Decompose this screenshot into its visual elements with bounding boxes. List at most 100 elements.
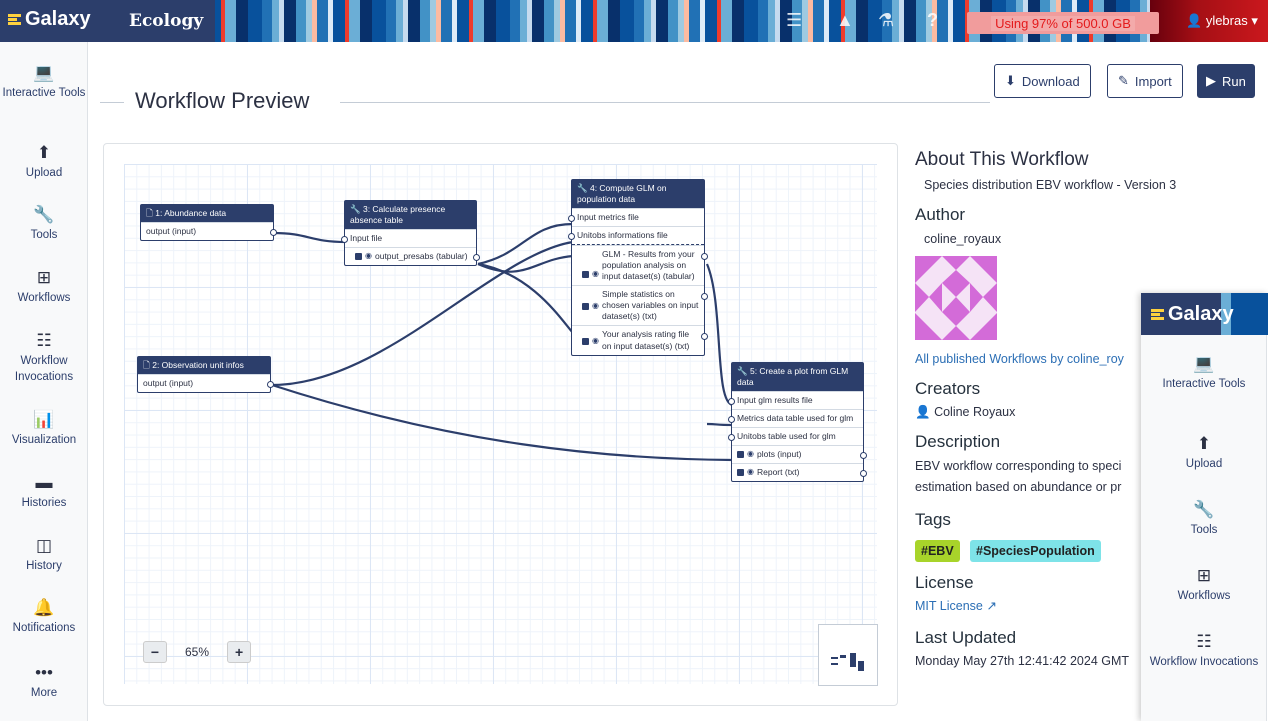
nav-upload[interactable]: ⬆ Upload xyxy=(0,142,88,182)
node-output[interactable]: ◉ output_presabs (tabular) xyxy=(345,247,480,265)
node-output[interactable]: output (input) xyxy=(141,222,277,240)
nav-histories[interactable]: ▬ Histories xyxy=(0,472,88,512)
eye-icon[interactable]: ◉ xyxy=(747,449,754,459)
node-input[interactable]: Input glm results file xyxy=(728,391,863,409)
node-header: 🔧 5: Create a plot from GLM data xyxy=(732,363,863,392)
node-output[interactable]: ◉ Simple statistics on chosen variables o… xyxy=(572,285,708,325)
eye-icon[interactable]: ◉ xyxy=(747,467,754,477)
nav-label: Interactive Tools xyxy=(1162,378,1246,390)
nav-interactive-tools[interactable]: 💻 Interactive Tools xyxy=(0,62,88,102)
checkbox-icon[interactable] xyxy=(737,469,744,477)
input-port[interactable] xyxy=(568,232,575,240)
run-button[interactable]: ▶ Run xyxy=(1197,64,1255,98)
nav-workflow-invocations[interactable]: ☷ Workflow Invocations xyxy=(0,330,88,385)
node-input[interactable]: Unitobs table used for glm xyxy=(728,427,863,445)
download-button[interactable]: ⬇ Download xyxy=(994,64,1091,98)
laptop-icon: 💻 xyxy=(1193,354,1215,373)
brand-text: Galaxy xyxy=(25,8,91,30)
eye-icon[interactable]: ◉ xyxy=(592,301,599,311)
updated-heading: Last Updated xyxy=(915,628,1017,647)
overlay-nav-tools[interactable]: 🔧 Tools xyxy=(1141,499,1267,539)
creator-item: 👤 Coline Royaux xyxy=(915,405,1015,420)
output-label: Report (txt) xyxy=(756,467,800,478)
overlay-nav-workflows[interactable]: ⊞ Workflows xyxy=(1141,565,1267,605)
input-port[interactable] xyxy=(341,235,348,243)
node-output[interactable]: ◉ Report (txt) xyxy=(732,463,867,481)
nav-label: History xyxy=(26,560,62,572)
input-port[interactable] xyxy=(728,415,735,423)
labs-icon[interactable]: ⚗ xyxy=(878,10,894,31)
eye-icon[interactable]: ◉ xyxy=(592,269,599,279)
galaxy-logo[interactable]: Galaxy xyxy=(8,8,91,31)
author-heading: Author xyxy=(915,205,966,224)
sitemap-icon: ⊞ xyxy=(1196,566,1212,585)
zoom-out-button[interactable]: − xyxy=(143,641,167,663)
subdomain-brand[interactable]: Ecology xyxy=(129,11,203,31)
output-port[interactable] xyxy=(860,469,867,477)
galaxy-logo-icon xyxy=(1151,309,1164,320)
quota-text: Using 97% of 500.0 GB xyxy=(991,15,1135,31)
run-label: Run xyxy=(1222,73,1246,89)
file-icon: 🗋 xyxy=(146,208,153,218)
nav-notifications[interactable]: 🔔 Notifications xyxy=(0,597,88,637)
eye-icon[interactable]: ◉ xyxy=(365,251,372,261)
checkbox-icon[interactable] xyxy=(355,253,362,261)
tag-speciespopulation[interactable]: #SpeciesPopulation xyxy=(970,540,1101,562)
nav-visualization[interactable]: 📊 Visualization xyxy=(0,409,88,449)
page-title: Workflow Preview xyxy=(135,88,310,113)
published-workflows-link[interactable]: All published Workflows by coline_roy xyxy=(915,352,1141,366)
node-input[interactable]: Input metrics file xyxy=(568,208,704,226)
workflow-node-1[interactable]: 🗋 1: Abundance data output (input) xyxy=(140,204,277,242)
input-port[interactable] xyxy=(568,214,575,222)
nav-history[interactable]: ◫ History xyxy=(0,535,88,575)
help-icon[interactable]: ? xyxy=(927,10,938,31)
tag-ebv[interactable]: #EBV xyxy=(915,540,960,562)
user-menu[interactable]: 👤 ylebras ▾ xyxy=(1186,13,1258,29)
output-port[interactable] xyxy=(270,228,277,236)
eye-icon[interactable]: ◉ xyxy=(592,336,599,346)
nav-more[interactable]: ••• More xyxy=(0,662,88,702)
checkbox-icon[interactable] xyxy=(737,451,744,459)
user-icon: 👤 xyxy=(915,405,931,419)
wrench-icon: 🔧 xyxy=(33,205,55,224)
output-port[interactable] xyxy=(267,380,274,388)
node-output[interactable]: ◉ plots (input) xyxy=(732,445,867,463)
import-button[interactable]: ✎ Import xyxy=(1107,64,1183,98)
node-input[interactable]: Input file xyxy=(341,229,476,247)
overlay-nav-upload[interactable]: ⬆ Upload xyxy=(1141,433,1267,473)
workflow-node-2[interactable]: 🗋 2: Observation unit infos output (inpu… xyxy=(137,356,274,394)
license-link[interactable]: MIT License ↗ xyxy=(915,598,997,613)
input-label: Input file xyxy=(350,233,383,244)
node-input[interactable]: Unitobs informations file xyxy=(568,226,704,246)
workflow-canvas[interactable]: 🗋 1: Abundance data output (input) 🗋 2: … xyxy=(103,143,898,706)
workflow-node-3[interactable]: 🔧 3: Calculate presence absence table In… xyxy=(341,200,480,267)
nav-workflows[interactable]: ⊞ Workflows xyxy=(0,267,88,307)
workflow-node-5[interactable]: 🔧 5: Create a plot from GLM data Input g… xyxy=(728,362,867,483)
workflow-minimap[interactable] xyxy=(818,624,878,686)
overlay-nav-workflow-invocations[interactable]: ☷ Workflow Invocations xyxy=(1141,631,1267,671)
overlay-nav-interactive-tools[interactable]: 💻 Interactive Tools xyxy=(1141,353,1267,393)
zoom-in-button[interactable]: + xyxy=(227,641,252,663)
input-port[interactable] xyxy=(728,397,735,405)
chart-icon: 📊 xyxy=(33,410,55,429)
checkbox-icon[interactable] xyxy=(582,303,589,311)
output-port[interactable] xyxy=(860,451,867,459)
nav-tools[interactable]: 🔧 Tools xyxy=(0,204,88,244)
output-label: GLM - Results from your population analy… xyxy=(601,249,695,282)
checkbox-icon[interactable] xyxy=(582,271,589,279)
creator-name: Coline Royaux xyxy=(934,405,1016,419)
training-icon[interactable]: ▲ xyxy=(836,10,854,31)
quota-meter[interactable]: Using 97% of 500.0 GB xyxy=(967,12,1159,34)
node-output[interactable]: ◉ GLM - Results from your population anal… xyxy=(572,245,708,285)
libraries-icon[interactable]: ☰ xyxy=(786,10,802,31)
overlay-galaxy-logo[interactable]: Galaxy xyxy=(1151,303,1234,326)
upload-icon: ⬆ xyxy=(36,143,52,162)
identicon-image xyxy=(915,256,997,340)
workflow-node-4[interactable]: 🔧 4: Compute GLM on population data Inpu… xyxy=(568,179,708,356)
node-output[interactable]: ◉ Your analysis rating file on input data… xyxy=(572,325,708,354)
input-port[interactable] xyxy=(728,433,735,441)
node-input[interactable]: Metrics data table used for glm xyxy=(728,409,863,427)
checkbox-icon[interactable] xyxy=(582,338,589,346)
node-output[interactable]: output (input) xyxy=(138,374,274,392)
output-port[interactable] xyxy=(473,253,480,261)
